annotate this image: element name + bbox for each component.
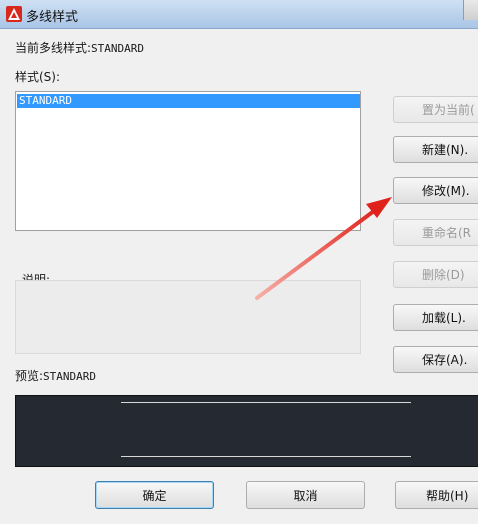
annotation-arrow-icon [255,197,392,300]
